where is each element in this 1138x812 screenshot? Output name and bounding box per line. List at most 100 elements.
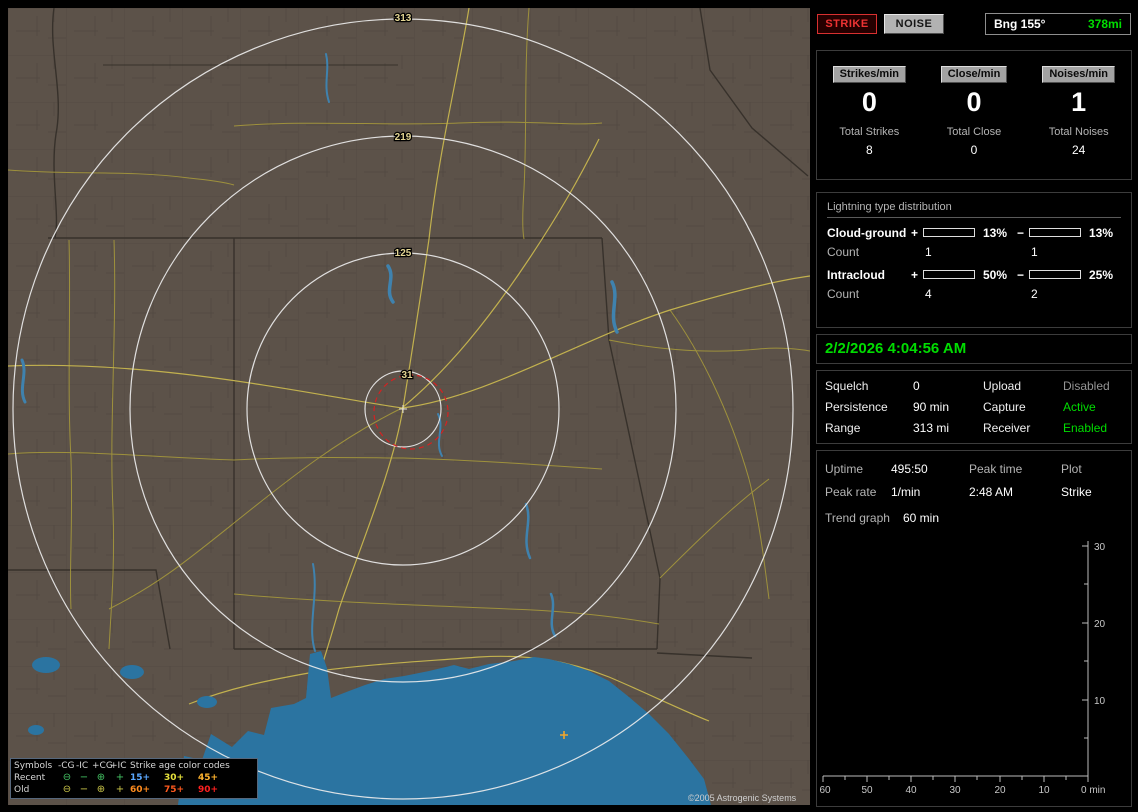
x-tick-label: 30 <box>949 785 961 796</box>
pos-cg-icon: ⊕ <box>96 784 106 795</box>
y-tick-label: 30 <box>1094 542 1106 553</box>
trend-graph-label: Trend graph <box>825 511 890 525</box>
type-name: Cloud-ground <box>827 225 907 240</box>
x-tick-label: 0 min <box>1081 785 1105 796</box>
distribution-title: Lightning type distribution <box>827 201 1121 218</box>
capture-status: Active <box>1063 400 1096 414</box>
pos-count: 4 <box>925 286 932 301</box>
x-tick-label: 40 <box>905 785 917 796</box>
legend-col-header: -CG <box>58 761 75 771</box>
trend-graph: 30 20 10 60 50 40 30 20 10 0 min <box>819 541 1106 796</box>
persistence-value: 90 min <box>913 400 950 414</box>
persistence-label: Persistence <box>825 400 888 414</box>
settings-row: Range 313 mi Receiver Enabled <box>825 421 1131 435</box>
neg-ic-icon: − <box>79 784 89 795</box>
legend-col-header: +IC <box>110 761 127 771</box>
distance-value: 378mi <box>1087 17 1122 31</box>
noises-per-min-value: 1 <box>1071 87 1087 117</box>
map-legend: Symbols -CG -IC +CG +IC Strike age color… <box>10 758 258 799</box>
settings-row: Persistence 90 min Capture Active <box>825 400 1131 414</box>
y-tick-label: 20 <box>1094 619 1106 630</box>
neg-pct: 25% <box>1089 267 1114 282</box>
plot-label: Plot <box>1061 462 1082 476</box>
squelch-label: Squelch <box>825 379 869 393</box>
map-panel[interactable]: 313 219 125 31 Symbols -CG -IC +CG +IC S… <box>8 8 810 805</box>
legend-symbols-header: Symbols <box>14 761 53 771</box>
total-noises-value: 24 <box>1072 143 1086 157</box>
cloud-ground-count-row: Count 1 1 <box>827 244 1121 259</box>
strike-button[interactable]: STRIKE <box>817 14 877 34</box>
legend-col-header: -IC <box>76 761 89 771</box>
pos-bar <box>923 228 975 237</box>
neg-cg-icon: ⊖ <box>62 784 72 795</box>
datetime: 2/2/2026 4:04:56 AM <box>825 340 967 357</box>
total-noises-label: Total Noises <box>1048 126 1109 138</box>
close-per-min-button[interactable]: Close/min <box>940 66 1008 83</box>
cloud-ground-row: Cloud-ground + 13% − 13% <box>827 225 1121 240</box>
noise-button[interactable]: NOISE <box>884 14 944 34</box>
legend-row-recent: Recent ⊖ − ⊕ + 15+ 30+ 45+ <box>14 772 254 784</box>
receiver-label: Receiver <box>983 421 1031 435</box>
close-per-min-value: 0 <box>966 87 982 117</box>
squelch-value: 0 <box>913 379 920 393</box>
minus-sign: − <box>1017 225 1025 240</box>
age-code: 60+ <box>130 785 151 795</box>
age-code: 75+ <box>164 785 185 795</box>
bearing-value: Bng 155° <box>994 17 1046 31</box>
pos-ic-icon: + <box>115 772 125 783</box>
neg-pct: 13% <box>1089 225 1114 240</box>
neg-bar <box>1029 228 1081 237</box>
legend-row-label: Old <box>14 785 30 795</box>
strikes-per-min-button[interactable]: Strikes/min <box>832 66 906 83</box>
uptime-value: 495:50 <box>891 462 928 476</box>
range-value: 313 mi <box>913 421 950 435</box>
close-counter: Close/min 0 Total Close 0 <box>922 51 1027 179</box>
settings-row: Squelch 0 Upload Disabled <box>825 379 1131 393</box>
stats-row: Peak rate 1/min 2:48 AM Strike <box>825 485 1131 499</box>
legend-row-label: Recent <box>14 773 46 783</box>
clock-panel: 2/2/2026 4:04:56 AM <box>816 334 1132 364</box>
stats-row: Uptime 495:50 Peak time Plot <box>825 462 1131 476</box>
peak-rate-value: 1/min <box>891 485 921 499</box>
range-label: 125 <box>395 248 412 259</box>
plot-value: Strike <box>1061 485 1092 499</box>
uptime-label: Uptime <box>825 462 864 476</box>
strikes-per-min-value: 0 <box>861 87 877 117</box>
toolbar: STRIKE NOISE Bng 155° 378mi <box>817 12 1131 36</box>
neg-bar <box>1029 270 1081 279</box>
peak-rate-label: Peak rate <box>825 485 877 499</box>
pos-pct: 50% <box>983 267 1008 282</box>
range-label: 219 <box>395 132 412 143</box>
neg-count: 2 <box>1031 286 1038 301</box>
noises-per-min-button[interactable]: Noises/min <box>1042 66 1116 83</box>
total-close-value: 0 <box>970 143 978 157</box>
trend-setting-row: Trend graph 60 min <box>825 511 1131 525</box>
count-label: Count <box>827 286 860 301</box>
capture-label: Capture <box>983 400 1026 414</box>
stats-panel: Uptime 495:50 Peak time Plot Peak rate 1… <box>816 450 1132 807</box>
peak-time-label: Peak time <box>969 462 1023 476</box>
map-canvas[interactable]: 313 219 125 31 <box>8 8 810 805</box>
range-label: 31 <box>401 370 413 381</box>
distribution-panel: Lightning type distribution Cloud-ground… <box>816 192 1132 328</box>
x-tick-label: 50 <box>861 785 873 796</box>
receiver-status: Enabled <box>1063 421 1108 435</box>
total-close-label: Total Close <box>946 126 1002 138</box>
legend-col-header: +CG <box>92 761 113 771</box>
age-code: 15+ <box>130 773 151 783</box>
strikes-counter: Strikes/min 0 Total Strikes 8 <box>817 51 922 179</box>
upload-label: Upload <box>983 379 1022 393</box>
neg-ic-icon: − <box>79 772 89 783</box>
bearing-display: Bng 155° 378mi <box>985 13 1131 35</box>
x-tick-label: 10 <box>1038 785 1050 796</box>
settings-panel: Squelch 0 Upload Disabled Persistence 90… <box>816 370 1132 444</box>
age-code: 45+ <box>198 773 219 783</box>
count-label: Count <box>827 244 860 259</box>
age-code: 90+ <box>198 785 219 795</box>
legend-header-row: Symbols -CG -IC +CG +IC Strike age color… <box>14 760 254 772</box>
copyright: ©2005 Astrogenic Systems <box>688 793 797 803</box>
pos-bar <box>923 270 975 279</box>
neg-count: 1 <box>1031 244 1038 259</box>
trend-graph-value: 60 min <box>903 511 940 525</box>
pos-count: 1 <box>925 244 932 259</box>
